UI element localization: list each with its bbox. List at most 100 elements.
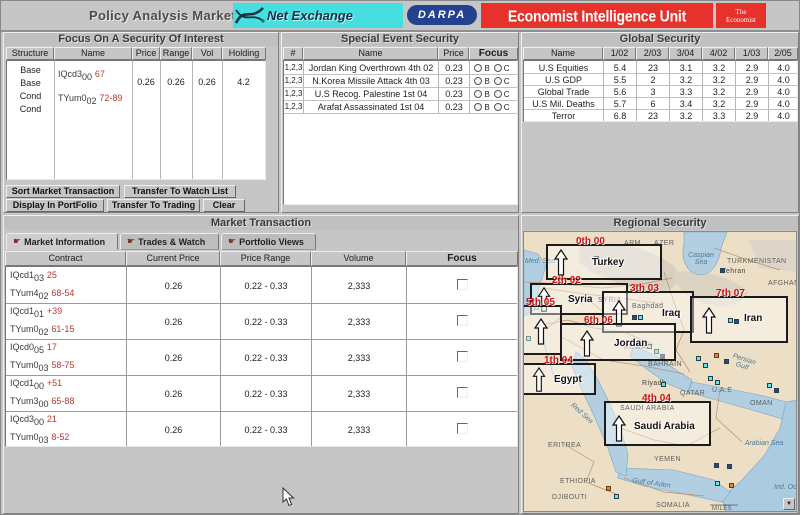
price-value: 0.26 [132, 77, 160, 87]
column-header: 3/04 [669, 47, 702, 60]
structure-value: Base [7, 78, 54, 88]
column-header: 2/03 [636, 47, 669, 60]
focus-checkbox[interactable] [457, 315, 468, 326]
column-header: Focus [406, 251, 518, 266]
tab-icon: ☛ [13, 237, 21, 246]
special-event-panel: Special Event Security # Name Price Focu… [281, 32, 519, 213]
focus-radio-c[interactable] [494, 90, 502, 98]
column-header: Price Range [220, 251, 311, 266]
column-header: Vol [192, 47, 222, 60]
tab-trades-watch[interactable]: ☛ Trades & Watch [120, 233, 219, 250]
map-box-saudi-arabia[interactable]: 4th 04 SAUDI ARABIA Saudi Arabia [604, 401, 711, 446]
focus-radio-group: BC [470, 63, 518, 73]
range-value: 0.26 [160, 77, 192, 87]
market-transaction-title: Market Transaction [4, 216, 518, 230]
column-header: 1/02 [603, 47, 636, 60]
price-range: 0.22 - 0.33 [221, 353, 311, 363]
map-scroll-down-button[interactable]: ▼ [783, 498, 795, 510]
net-exchange-swoosh-icon [233, 4, 267, 28]
current-price: 0.26 [127, 425, 220, 435]
price-range: 0.22 - 0.33 [221, 281, 311, 291]
column-header: Current Price [126, 251, 220, 266]
map-box-jordan[interactable]: 6th 06 Jordan [560, 323, 676, 361]
policy-analysis-market-app: Policy Analysis Market Net Exchange DARP… [0, 0, 800, 515]
map-box-israel[interactable]: 5th 05 [523, 305, 562, 355]
event-name: Arafat Assassinated 1st 04 [304, 102, 438, 112]
column-header: Structure [6, 47, 54, 60]
regional-security-title: Regional Security [522, 216, 798, 230]
display-in-portfolio-button[interactable]: Display In PortFolio [6, 199, 104, 212]
security-name: TYum002 72-89 [58, 93, 122, 106]
city-marker [708, 376, 713, 381]
column-header: Holding [222, 47, 266, 60]
event-price: 0.23 [439, 76, 469, 86]
city-marker [614, 494, 619, 499]
city-marker [767, 383, 772, 388]
city-marker [727, 464, 732, 469]
focus-security-table[interactable]: Base Base Cond Cond IQcd300 67 TYum002 7… [6, 60, 266, 180]
sort-market-transaction-button[interactable]: Sort Market Transaction [6, 185, 120, 198]
volume: 2,333 [312, 281, 406, 291]
structure-value: Cond [7, 91, 54, 101]
event-price: 0.23 [439, 63, 469, 73]
focus-radio-b[interactable] [474, 103, 482, 111]
map-label-oman: OMAN [750, 400, 773, 407]
contract-cell: IQcd005 17 TYum003 58-75 [10, 342, 74, 373]
market-transaction-panel: Market Transaction ☛ Market Information … [3, 215, 519, 514]
price-range: 0.22 - 0.33 [221, 317, 311, 327]
city-marker [696, 356, 701, 361]
city-marker [632, 315, 637, 320]
city-marker [714, 353, 719, 358]
economist-logo: The Economist [716, 3, 766, 28]
darpa-logo: DARPA [407, 5, 477, 25]
focus-radio-b[interactable] [474, 64, 482, 72]
event-name: U.S Recog. Palestine 1st 04 [304, 89, 438, 99]
column-header: 2/05 [768, 47, 798, 60]
focus-radio-c[interactable] [494, 77, 502, 85]
clear-button[interactable]: Clear [203, 199, 245, 212]
current-price: 0.26 [127, 281, 220, 291]
city-marker [720, 268, 725, 273]
market-transaction-table: IQcd103 25 TYum402 68-54 0.26 0.22 - 0.3… [5, 266, 518, 447]
focus-radio-b[interactable] [474, 90, 482, 98]
focus-checkbox[interactable] [457, 279, 468, 290]
transfer-to-watch-list-button[interactable]: Transfer To Watch List [124, 185, 236, 198]
focus-checkbox[interactable] [457, 423, 468, 434]
focus-radio-group: BC [470, 76, 518, 86]
focus-security-panel: Focus On A Security Of Interest Structur… [3, 32, 279, 213]
focus-radio-c[interactable] [494, 103, 502, 111]
transfer-to-trading-button[interactable]: Transfer To Trading [107, 199, 200, 212]
eiu-logo: Economist Intelligence Unit [481, 3, 713, 28]
header-bar: Policy Analysis Market Net Exchange DARP… [1, 1, 800, 32]
focus-radio-c[interactable] [494, 64, 502, 72]
city-marker [715, 481, 720, 486]
contract-cell: IQcd100 +51 TYum300 65-88 [10, 378, 74, 409]
column-header: Range [160, 47, 192, 60]
net-exchange-logo: Net Exchange [233, 3, 403, 28]
focus-radio-group: BC [470, 89, 518, 99]
map-box-iran[interactable]: 7th 07 Iran [690, 296, 788, 343]
tab-icon: ☛ [228, 237, 236, 246]
column-header: Contract [5, 251, 126, 266]
map-label-arabian-sea: Arabian Sea [744, 440, 784, 447]
up-arrow-icon [580, 330, 594, 358]
focus-radio-b[interactable] [474, 77, 482, 85]
city-marker [724, 359, 729, 364]
global-security-title: Global Security [522, 33, 798, 46]
focus-radio-group: BC [470, 102, 518, 112]
tab-market-information[interactable]: ☛ Market Information [6, 233, 118, 250]
regional-security-map[interactable]: ARM AZER Caspian Sea TURKMENISTAN Tehran… [523, 231, 797, 512]
map-label-djibouti: DJIBOUTI [552, 494, 587, 501]
focus-checkbox[interactable] [457, 351, 468, 362]
tab-portfolio-views[interactable]: ☛ Portfolio Views [221, 233, 316, 250]
focus-checkbox[interactable] [457, 387, 468, 398]
global-security-table: U.S Equities 5.4 23 3.1 3.2 2.9 4.0 U.S … [523, 60, 798, 122]
app-title: Policy Analysis Market [89, 8, 236, 23]
map-label-ethiopia: ETHIOPIA [560, 478, 596, 485]
event-name: Jordan King Overthrown 4th 02 [304, 63, 438, 73]
map-box-egypt[interactable]: 1th 04 Egypt [523, 363, 596, 395]
city-marker [606, 486, 611, 491]
city-marker [734, 319, 739, 324]
focus-security-title: Focus On A Security Of Interest [4, 33, 278, 46]
city-marker [661, 382, 666, 387]
